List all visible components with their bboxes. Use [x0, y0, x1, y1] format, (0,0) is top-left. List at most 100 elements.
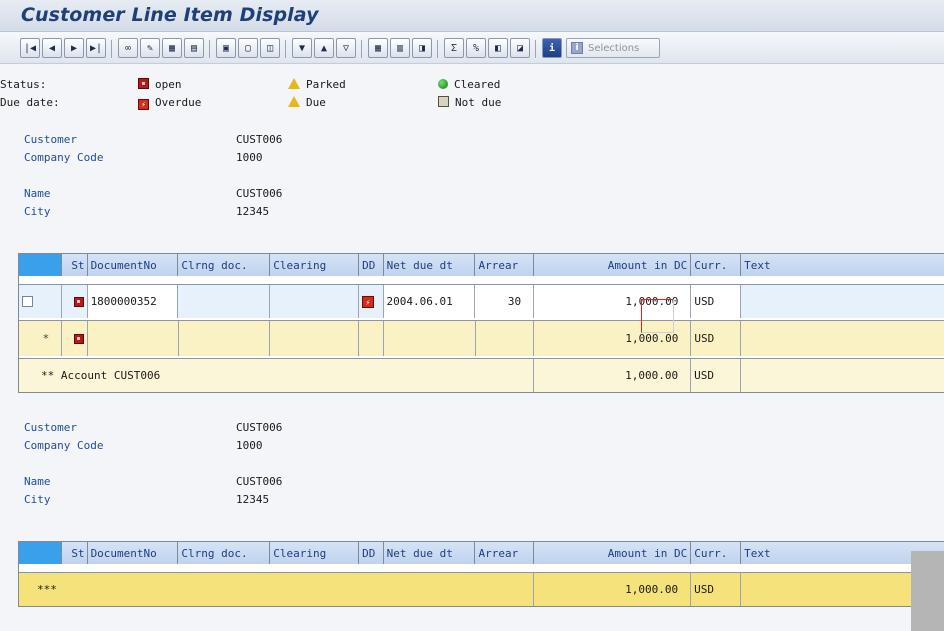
company-code-label: Company Code [24, 439, 104, 452]
legend-overdue: ⚡ Overdue [138, 96, 201, 110]
details-icon[interactable]: ◫ [260, 38, 280, 58]
col-clearing[interactable]: Clearing [270, 542, 360, 564]
first-page-icon[interactable]: |◀ [20, 38, 40, 58]
toolbar-separator [111, 40, 112, 58]
selections-button[interactable]: i Selections [566, 38, 660, 58]
open-status-icon [73, 296, 84, 307]
info-icon[interactable]: i [542, 38, 562, 58]
next-page-icon[interactable]: ▶ [64, 38, 84, 58]
account-total-amount: 1,000.00 [533, 359, 692, 392]
last-page-icon[interactable]: ▶| [86, 38, 106, 58]
parked-triangle-icon [288, 78, 300, 89]
col-dd[interactable]: DD [359, 542, 384, 564]
mass-change-icon[interactable]: ▦ [162, 38, 182, 58]
document-icon[interactable]: ▤ [184, 38, 204, 58]
city-label: City [24, 205, 51, 218]
glasses-icon[interactable]: ∞ [118, 38, 138, 58]
grand-total-amount: 1,000.00 [533, 573, 692, 606]
toolbar-separator [285, 40, 286, 58]
header-select[interactable] [19, 254, 63, 276]
sort-desc-icon[interactable]: ▽ [336, 38, 356, 58]
name-label: Name [24, 187, 51, 200]
col-clrng-doc[interactable]: Clrng doc. [178, 254, 271, 276]
col-documentno[interactable]: DocumentNo [87, 542, 179, 564]
line-items-table: St DocumentNo Clrng doc. Clearing DD Net… [18, 253, 944, 393]
sort-asc-icon[interactable]: ▲ [314, 38, 334, 58]
account-total-row: ** Account CUST006 1,000.00 USD [19, 358, 944, 392]
due-icon [288, 96, 300, 107]
title-bar: Customer Line Item Display [0, 0, 944, 32]
col-dd[interactable]: DD [359, 254, 384, 276]
total-icon[interactable]: Σ [444, 38, 464, 58]
col-st[interactable]: St [62, 542, 88, 564]
page-title: Customer Line Item Display [21, 4, 319, 26]
pencil-icon[interactable]: ✎ [140, 38, 160, 58]
grand-total-label: *** [19, 573, 534, 606]
cell-documentno[interactable]: 1800000352 [87, 285, 179, 318]
city-value: 12345 [236, 205, 270, 218]
legend-due: Due [288, 96, 326, 109]
row-checkbox[interactable] [22, 296, 33, 307]
status-label: Status: [0, 78, 47, 91]
col-amount-in-dc[interactable]: Amount in DC [534, 254, 692, 276]
layout-icon[interactable]: ▦ [368, 38, 388, 58]
col-net-due-dt[interactable]: Net due dt [383, 254, 476, 276]
cell-text [741, 285, 944, 318]
col-clearing[interactable]: Clearing [270, 254, 360, 276]
due-date-label: Due date: [0, 96, 60, 109]
grand-total-table: St DocumentNo Clrng doc. Clearing DD Net… [18, 541, 944, 607]
selections-label: Selections [588, 42, 640, 54]
company-code-value: 1000 [236, 439, 263, 452]
account-total-curr: USD [691, 359, 742, 392]
row-select[interactable] [19, 285, 63, 318]
col-documentno[interactable]: DocumentNo [87, 254, 179, 276]
legend-not-due: Not due [438, 96, 501, 109]
filter-icon[interactable]: ▼ [292, 38, 312, 58]
status-cell [62, 285, 88, 318]
company-code-value: 1000 [236, 151, 263, 164]
prev-page-icon[interactable]: ◀ [42, 38, 62, 58]
vertical-scrollbar[interactable] [911, 551, 944, 631]
col-st[interactable]: St [62, 254, 88, 276]
cleared-green-icon [438, 79, 448, 89]
col-amount-in-dc[interactable]: Amount in DC [534, 542, 692, 564]
city-value: 12345 [236, 493, 270, 506]
cell-clearing [270, 285, 359, 318]
legend-parked: Parked [288, 78, 346, 91]
header-select[interactable] [19, 542, 63, 564]
customer-label: Customer [24, 133, 77, 146]
deselect-icon[interactable]: ▢ [238, 38, 258, 58]
name-value: CUST006 [236, 475, 283, 488]
application-toolbar: |◀ ◀ ▶ ▶| ∞ ✎ ▦ ▤ ▣ ▢ ◫ ▼ ▲ ▽ ▦ ▥ ◨ Σ % … [0, 32, 944, 64]
overdue-icon: ⚡ [361, 295, 374, 308]
col-curr[interactable]: Curr. [691, 254, 742, 276]
grand-total-row: *** 1,000.00 USD [19, 572, 944, 606]
save-layout-icon[interactable]: ◧ [488, 38, 508, 58]
selection-cursor [641, 299, 674, 333]
col-arrear[interactable]: Arrear [475, 542, 535, 564]
subtotal-icon[interactable]: % [466, 38, 486, 58]
not-due-icon [438, 96, 449, 107]
city-label: City [24, 493, 51, 506]
cell-arrear: 30 [475, 285, 535, 318]
export-icon[interactable]: ◨ [412, 38, 432, 58]
name-label: Name [24, 475, 51, 488]
table-header: St DocumentNo Clrng doc. Clearing DD Net… [19, 542, 944, 564]
col-arrear[interactable]: Arrear [475, 254, 535, 276]
cell-clrng-doc [178, 285, 271, 318]
select-all-icon[interactable]: ▣ [216, 38, 236, 58]
col-text[interactable]: Text [741, 254, 944, 276]
col-net-due-dt[interactable]: Net due dt [383, 542, 476, 564]
col-curr[interactable]: Curr. [691, 542, 742, 564]
customer-value: CUST006 [236, 133, 283, 146]
table-header: St DocumentNo Clrng doc. Clearing DD Net… [19, 254, 944, 276]
table-row[interactable]: 1800000352 ⚡ 2004.06.01 30 1,000.00 USD [19, 284, 944, 318]
col-clrng-doc[interactable]: Clrng doc. [178, 542, 271, 564]
selections-icon: i [571, 42, 583, 54]
customer-value: CUST006 [236, 421, 283, 434]
grand-total-curr: USD [691, 573, 742, 606]
columns-icon[interactable]: ▥ [390, 38, 410, 58]
legend-cleared: Cleared [438, 78, 500, 91]
toolbar-separator [437, 40, 438, 58]
variant-icon[interactable]: ◪ [510, 38, 530, 58]
